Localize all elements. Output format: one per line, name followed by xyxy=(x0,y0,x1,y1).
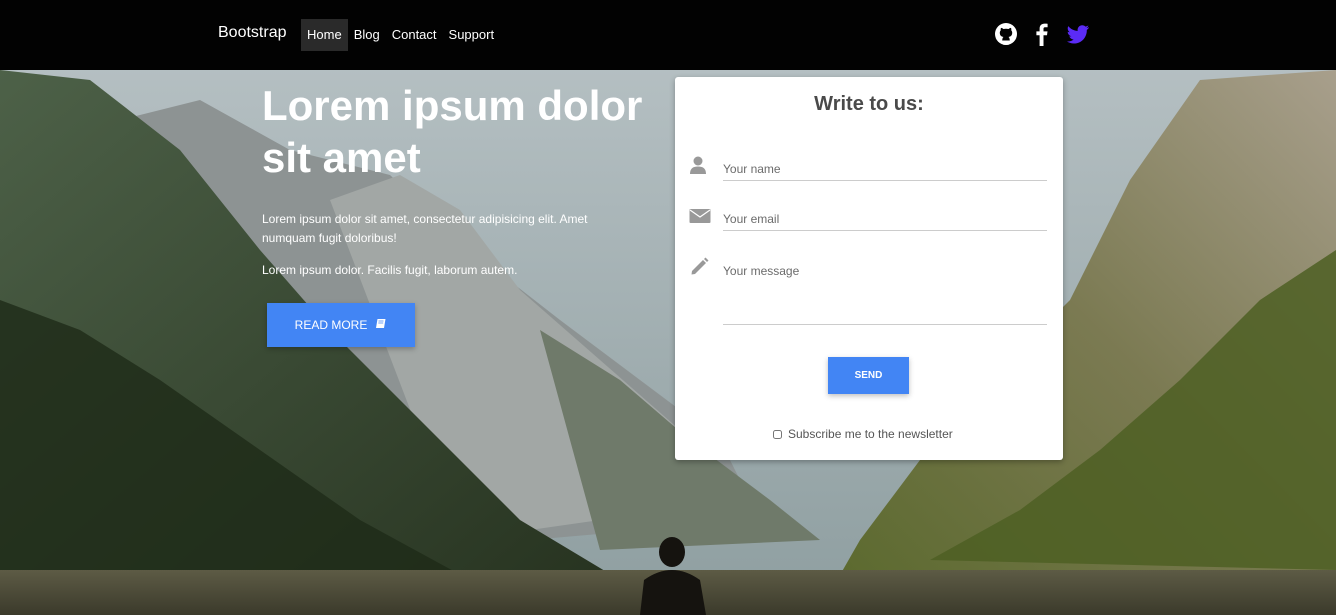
nav-link-home[interactable]: Home xyxy=(301,19,348,51)
read-more-label: READ MORE xyxy=(294,318,368,332)
navbar: Bootstrap Home Blog Contact Support xyxy=(0,0,1336,70)
nav-link-support[interactable]: Support xyxy=(443,19,501,51)
nav-links: Home Blog Contact Support xyxy=(301,19,500,51)
contact-form-card: Write to us: SEND Subscribe me to the ne… xyxy=(675,77,1063,460)
name-input[interactable] xyxy=(723,157,1047,181)
nav-link-blog[interactable]: Blog xyxy=(348,19,386,51)
github-icon[interactable] xyxy=(994,22,1018,46)
read-more-button[interactable]: READ MORE xyxy=(267,303,415,347)
pencil-icon xyxy=(689,255,711,277)
twitter-icon[interactable] xyxy=(1066,22,1090,46)
social-links xyxy=(994,22,1090,46)
send-button[interactable]: SEND xyxy=(828,357,909,394)
hero-paragraph-1: Lorem ipsum dolor sit amet, consectetur … xyxy=(262,212,588,245)
envelope-icon xyxy=(689,205,711,227)
hero-background-image xyxy=(0,0,1336,615)
newsletter-checkbox[interactable] xyxy=(773,429,782,439)
contact-form-title: Write to us: xyxy=(814,93,924,115)
newsletter-label: Subscribe me to the newsletter xyxy=(788,427,953,441)
user-icon xyxy=(689,155,711,177)
facebook-icon[interactable] xyxy=(1030,22,1054,46)
newsletter-option[interactable]: Subscribe me to the newsletter xyxy=(773,427,953,441)
message-textarea[interactable] xyxy=(723,263,1047,325)
hero-title: Lorem ipsum dolor sit amet xyxy=(262,82,643,181)
email-input[interactable] xyxy=(723,207,1047,231)
brand-link[interactable]: Bootstrap xyxy=(218,24,286,42)
hero-paragraph-2: Lorem ipsum dolor. Facilis fugit, laboru… xyxy=(262,263,518,277)
nav-link-contact[interactable]: Contact xyxy=(386,19,443,51)
book-icon xyxy=(375,318,387,333)
